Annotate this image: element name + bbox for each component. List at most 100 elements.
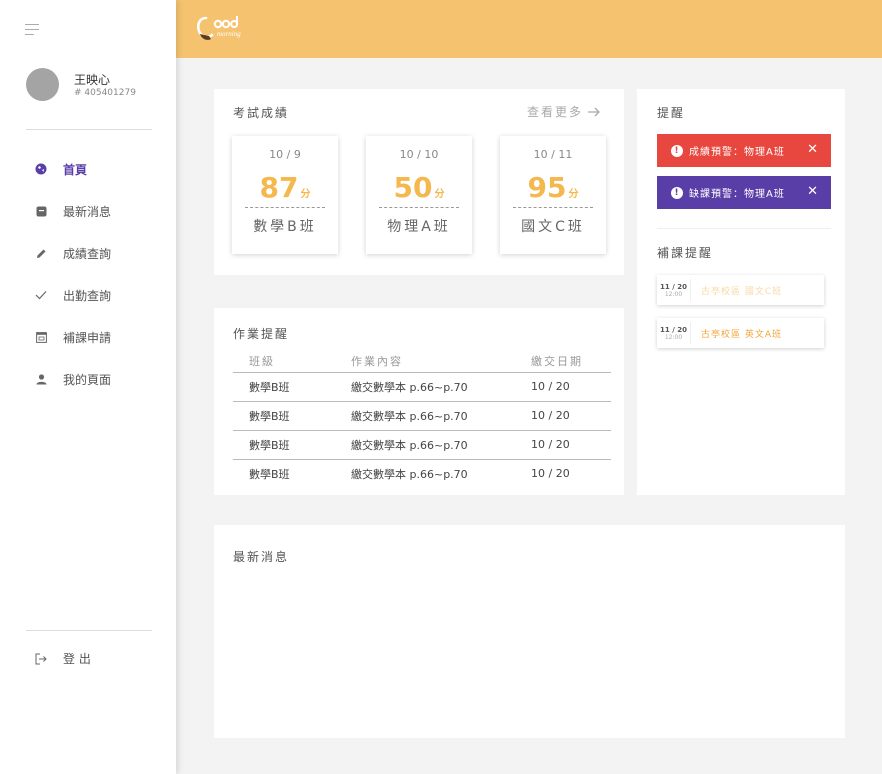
grade-warning-alert[interactable]: ! 成績預警：物理A班 ✕ [657,134,831,167]
globe-icon [34,162,48,176]
homework-card: 作業提醒 班級 作業內容 繳交日期 數學B班 繳交數學本 p.66~p.70 1… [214,308,624,495]
sidebar-item-label: 首頁 [63,162,88,177]
makeup-date: 11 / 20 12:00 [657,279,691,301]
close-icon[interactable]: ✕ [807,142,818,157]
logo[interactable]: morning [196,14,258,50]
cell-content: 繳交數學本 p.66~p.70 [351,430,531,460]
sidebar-item-news[interactable]: 最新消息 [0,190,176,232]
column-header-class: 班級 [233,350,351,373]
cell-class: 數學B班 [249,467,290,481]
makeup-text: 古亭校區 國文C班 [701,286,783,297]
cell-content: 繳交數學本 p.66~p.70 [351,401,531,431]
logout-icon [34,652,48,666]
score-value: 87 分 [232,171,338,205]
score-card[interactable]: 10 / 11 95 分 國文C班 [500,136,606,254]
homework-title: 作業提醒 [233,327,290,341]
logout-button[interactable]: 登 出 [34,650,91,667]
cell-due: 10 / 20 [531,401,611,431]
alert-text: 缺課預警：物理A班 [689,189,785,200]
sidebar-item-profile[interactable]: 我的頁面 [0,358,176,400]
score-unit: 分 [300,189,311,200]
sidebar-item-makeup[interactable]: 補課申請 [0,316,176,358]
absence-warning-alert[interactable]: ! 缺課預警：物理A班 ✕ [657,176,831,209]
makeup-reminder-item[interactable]: 11 / 20 12:00 古亭校區 國文C班 [657,275,824,305]
sidebar-divider [26,630,152,631]
sidebar-divider [26,129,152,130]
check-icon [34,288,48,302]
table-header-row: 班級 作業內容 繳交日期 [233,350,611,373]
exclamation-icon: ! [671,186,683,199]
cell-class: 數學B班 [233,372,351,402]
makeup-time: 12:00 [664,333,683,341]
score-value: 95 分 [500,171,606,205]
menu-icon[interactable] [25,24,39,39]
news-card: 最新消息 [214,525,845,738]
score-date: 10 / 10 [399,148,439,161]
table-row[interactable]: 數學B班 繳交數學本 p.66~p.70 10 / 20 [233,430,611,460]
score-subject: 數學B班 [253,219,317,235]
sidebar-item-label: 最新消息 [63,204,112,219]
sidebar-item-grades[interactable]: 成績查詢 [0,232,176,274]
user-id: # 405401279 [74,88,136,98]
message-icon [34,204,48,218]
view-more-link[interactable]: 查看更多 [527,103,600,120]
score-number: 95 [527,171,567,204]
sidebar-item-attendance[interactable]: 出勤查詢 [0,274,176,316]
sidebar-item-label: 成績查詢 [63,246,112,261]
cell-content: 繳交數學本 p.66~p.70 [351,372,531,402]
cell-class: 數學B班 [233,430,351,460]
makeup-day: 11 / 20 [660,325,687,334]
cell-due: 10 / 20 [531,372,611,402]
score-divider [245,207,325,208]
score-card[interactable]: 10 / 9 87 分 數學B班 [232,136,338,254]
reminders-title: 提醒 [657,106,686,120]
table-row[interactable]: 數學B班 繳交數學本 p.66~p.70 10 / 20 [233,372,611,402]
score-subject: 物理A班 [387,219,451,235]
sidebar-item-label: 補課申請 [63,330,112,345]
cell-due: 10 / 20 [531,467,570,481]
logout-label: 登 出 [63,652,91,666]
score-date: 10 / 9 [269,148,301,161]
score-divider [379,207,459,208]
calendar-icon [34,330,48,344]
reminders-card: 提醒 ! 成績預警：物理A班 ✕ ! 缺課預警：物理A班 ✕ 補課提醒 11 /… [637,89,845,495]
user-name: 王映心 [74,73,111,87]
cell-content: 繳交數學本 p.66~p.70 [351,467,468,481]
svg-text:morning: morning [217,30,241,38]
score-number: 50 [393,171,433,204]
person-icon [34,372,48,386]
reminders-divider [657,228,831,229]
makeup-day: 11 / 20 [660,282,687,291]
arrow-right-icon [588,107,600,116]
makeup-reminder-item[interactable]: 11 / 20 12:00 古亭校區 英文A班 [657,318,824,348]
makeup-text: 古亭校區 英文A班 [701,329,783,340]
sidebar: 王映心 # 405401279 首頁 最新消息 成績查詢 出勤查詢 補課申請 我… [0,0,176,774]
column-header-content: 作業內容 [351,350,531,373]
exclamation-icon: ! [671,144,683,157]
avatar[interactable] [26,68,59,101]
table-row[interactable]: 數學B班 繳交數學本 p.66~p.70 10 / 20 [233,459,611,488]
makeup-reminders-title: 補課提醒 [657,246,714,260]
cell-due: 10 / 20 [531,430,611,460]
table-row[interactable]: 數學B班 繳交數學本 p.66~p.70 10 / 20 [233,401,611,431]
close-icon[interactable]: ✕ [807,184,818,199]
score-value: 50 分 [366,171,472,205]
exam-scores-title: 考試成績 [233,106,290,120]
column-header-due: 繳交日期 [531,350,611,373]
cell-class: 數學B班 [233,401,351,431]
score-unit: 分 [568,189,579,200]
makeup-time: 12:00 [664,290,683,298]
pencil-icon [34,246,48,260]
exam-scores-card: 考試成績 查看更多 10 / 9 87 分 數學B班 10 / 10 50 分 … [214,89,624,275]
sidebar-nav: 首頁 最新消息 成績查詢 出勤查詢 補課申請 我的頁面 [0,148,176,400]
score-divider [513,207,593,208]
sidebar-item-home[interactable]: 首頁 [0,148,176,190]
sidebar-item-label: 我的頁面 [63,372,112,387]
score-number: 87 [259,171,299,204]
topbar: morning [176,0,882,58]
sidebar-item-label: 出勤查詢 [63,288,112,303]
homework-table: 班級 作業內容 繳交日期 數學B班 繳交數學本 p.66~p.70 10 / 2… [233,350,611,488]
score-card[interactable]: 10 / 10 50 分 物理A班 [366,136,472,254]
news-title: 最新消息 [233,550,290,564]
score-unit: 分 [434,189,445,200]
